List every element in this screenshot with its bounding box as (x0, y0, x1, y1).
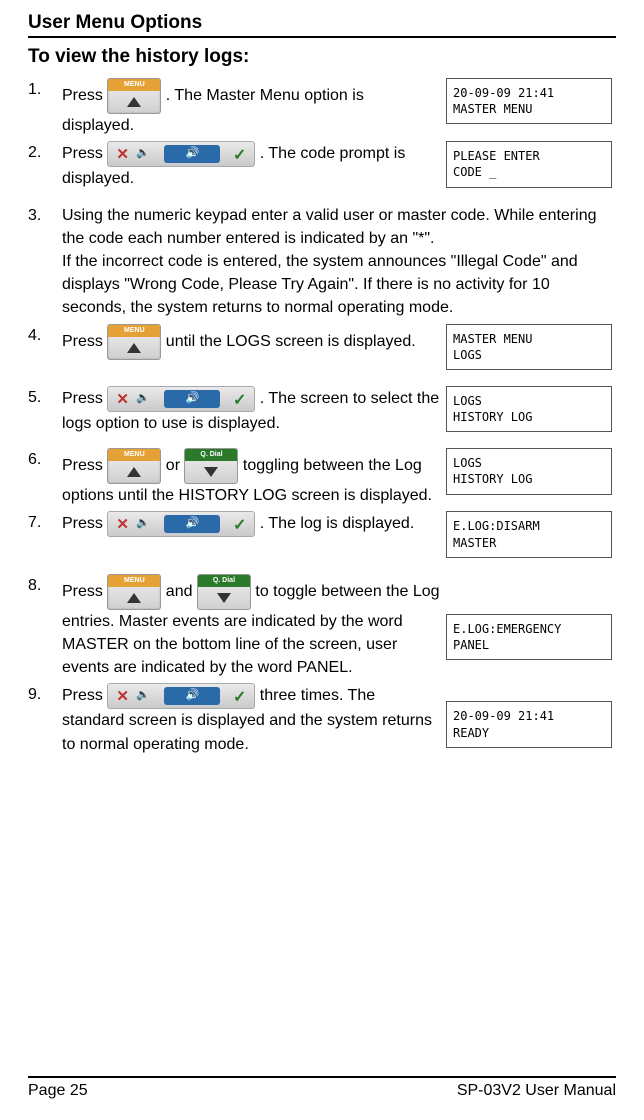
wide-button-icon: ✕ 🔈 ✓ (107, 683, 255, 709)
lcd-screen: 20-09-09 21:41 MASTER MENU (446, 78, 612, 124)
x-icon: ✕ (116, 144, 129, 166)
step-number: 8. (28, 574, 62, 680)
arrow-up-icon (127, 593, 141, 603)
sound-box-icon (164, 687, 220, 705)
step-number: 1. (28, 78, 62, 137)
steps-list: 1. Press MENU . The Master Menu option i… (28, 78, 616, 764)
step-number: 9. (28, 683, 62, 755)
menu-button-icon: MENU (107, 78, 161, 114)
step-number: 7. (28, 511, 62, 537)
wide-button-icon: ✕ 🔈 ✓ (107, 141, 255, 167)
page-number: Page 25 (28, 1082, 88, 1100)
menu-button-icon: MENU (107, 448, 161, 484)
page-header: User Menu Options (28, 12, 616, 38)
x-icon: ✕ (116, 514, 129, 536)
lcd-screen: PLEASE ENTER CODE _ (446, 141, 612, 187)
sound-box-icon (164, 390, 220, 408)
arrow-up-icon (127, 343, 141, 353)
menu-label: MENU (108, 575, 160, 587)
speaker-icon: 🔈 (136, 516, 150, 530)
step-number: 2. (28, 141, 62, 190)
step-text: Press (62, 333, 107, 350)
check-icon: ✓ (233, 514, 246, 537)
sound-box-icon (164, 145, 220, 163)
arrow-down-icon (217, 593, 231, 603)
qdial-button-icon: Q. Dial (184, 448, 238, 484)
check-icon: ✓ (233, 144, 246, 167)
step-text: Press (62, 390, 107, 407)
manual-title: SP-03V2 User Manual (457, 1082, 616, 1100)
step-text: Press (62, 688, 107, 705)
qdial-button-icon: Q. Dial (197, 574, 251, 610)
step-text: Press (62, 583, 107, 600)
speaker-icon: 🔈 (136, 688, 150, 702)
lcd-screen: MASTER MENU LOGS (446, 324, 612, 370)
step-number: 6. (28, 448, 62, 507)
step-text: and (166, 583, 197, 600)
speaker-icon: 🔈 (136, 391, 150, 405)
menu-button-icon: MENU (107, 574, 161, 610)
step-text: Using the numeric keypad enter a valid u… (62, 204, 616, 320)
check-icon: ✓ (233, 389, 246, 412)
step-text: Press (62, 145, 107, 162)
menu-button-icon: MENU (107, 324, 161, 360)
wide-button-icon: ✕ 🔈 ✓ (107, 386, 255, 412)
lcd-screen: E.LOG:EMERGENCY PANEL (446, 614, 612, 660)
page-footer: Page 25 SP-03V2 User Manual (28, 1076, 616, 1100)
step-text: or (166, 457, 185, 474)
qdial-label: Q. Dial (185, 449, 237, 461)
arrow-up-icon (127, 467, 141, 477)
speaker-icon: 🔈 (136, 146, 150, 160)
menu-label: MENU (108, 79, 160, 91)
step-text: until the LOGS screen is displayed. (166, 333, 416, 350)
step-text: Press (62, 87, 107, 104)
section-heading: To view the history logs: (28, 46, 616, 68)
step-number: 5. (28, 386, 62, 435)
arrow-up-icon (127, 97, 141, 107)
qdial-label: Q. Dial (198, 575, 250, 587)
menu-label: MENU (108, 449, 160, 461)
x-icon: ✕ (116, 686, 129, 708)
arrow-down-icon (204, 467, 218, 477)
lcd-screen: LOGS HISTORY LOG (446, 386, 612, 432)
step-number: 4. (28, 324, 62, 360)
lcd-screen: LOGS HISTORY LOG (446, 448, 612, 494)
step-text: . The log is displayed. (260, 516, 414, 533)
lcd-screen: E.LOG:DISARM MASTER (446, 511, 612, 557)
sound-box-icon (164, 515, 220, 533)
wide-button-icon: ✕ 🔈 ✓ (107, 511, 255, 537)
step-text: Press (62, 516, 107, 533)
step-text: Press (62, 457, 107, 474)
step-number: 3. (28, 204, 62, 320)
check-icon: ✓ (233, 686, 246, 709)
lcd-screen: 20-09-09 21:41 READY (446, 701, 612, 747)
menu-label: MENU (108, 325, 160, 337)
x-icon: ✕ (116, 389, 129, 411)
